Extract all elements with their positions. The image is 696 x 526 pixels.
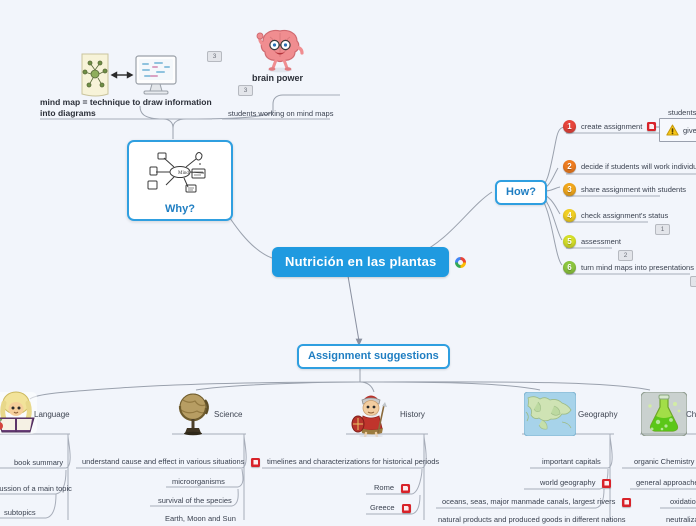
handdrawn-mindmap-image: Mind [147,152,206,193]
geography-item-1[interactable]: important capitals [540,456,603,468]
how-step-6-label: turn mind maps into presentations [581,263,694,272]
how-step-2-label: decide if students will work individuall… [581,162,696,171]
brain-power-label: brain power [252,73,304,83]
brain-character-image [256,27,304,78]
science-item-1[interactable]: understand cause and effect in various s… [80,456,261,468]
geography-item-4[interactable]: natural products and produced goods in d… [436,514,628,526]
pdf-icon[interactable] [251,457,261,467]
europe-map-image [523,391,577,441]
history-item-2[interactable]: Rome [372,482,411,494]
reading-character-image [0,391,38,440]
subject-chemistry-label: Chemistry [686,410,696,419]
how-step-4[interactable]: 4 check assignment's status [563,209,668,222]
why-node[interactable]: Mind Why? [127,140,233,221]
pdf-icon[interactable] [401,483,411,493]
badge-how-step-4[interactable]: 1 [655,218,670,236]
how-step-6-bullet: 6 [563,261,576,274]
root-node-wrap[interactable]: Nutrición en las plantas [272,247,467,277]
mindmap-definition-label: mind map = technique to draw information… [40,97,212,118]
chemistry-item-2[interactable]: general approaches [634,477,696,489]
how-step-4-bullet: 4 [563,209,576,222]
chemistry-item-4[interactable]: neutralization [664,514,696,526]
history-item-1[interactable]: timelines and characterizations for hist… [265,456,441,468]
how-step-1[interactable]: 1 create assignment [563,120,657,133]
feedback-callout[interactable]: give feedback [659,118,696,142]
chemistry-item-3[interactable]: oxidation [668,496,696,508]
science-item-1-label: understand cause and effect in various s… [82,457,245,466]
subject-science-label: Science [214,410,243,419]
language-item-1[interactable]: book summary [12,457,65,469]
how-step-5-bullet: 5 [563,235,576,248]
science-item-2[interactable]: microorganisms [170,476,227,488]
geography-item-3[interactable]: oceans, seas, major manmade canals, larg… [440,496,632,508]
pdf-icon[interactable] [622,497,632,507]
how-step-3[interactable]: 3 share assignment with students [563,183,686,196]
how-step-1-bullet: 1 [563,120,576,133]
how-step-1-label: create assignment [581,122,643,131]
students-side-label: students [668,108,696,117]
badge-brain-power[interactable]: 3 [238,79,253,97]
subject-history-label: History [400,410,425,419]
chemistry-item-1[interactable]: organic Chemistry [632,456,696,468]
how-step-3-bullet: 3 [563,183,576,196]
assignment-suggestions-node[interactable]: Assignment suggestions [297,344,450,369]
globe-image [171,392,215,441]
geography-item-2-label: world geography [540,478,596,487]
students-working-label: students working on mind maps [228,109,334,118]
how-step-5[interactable]: 5 assessment [563,235,621,248]
history-item-3[interactable]: Greece [368,502,411,514]
warning-icon [666,124,679,136]
how-step-5-label: assessment [581,237,622,246]
how-node[interactable]: How? [495,180,547,205]
why-node-label: Why? [165,203,195,215]
svg-text:Mind: Mind [178,171,189,176]
badge-how-step-6[interactable]: 4 [690,270,696,288]
mindmap-canvas[interactable]: 3 mind map = technique to draw informati… [0,0,696,524]
science-item-3[interactable]: survival of the species [156,495,234,507]
root-node[interactable]: Nutrición en las plantas [272,247,450,277]
pdf-icon[interactable] [602,478,612,488]
how-step-2[interactable]: 2 decide if students will work individua… [563,160,696,173]
flask-image [640,391,688,441]
history-item-3-label: Greece [370,503,395,512]
history-item-2-label: Rome [374,483,395,492]
geography-item-2[interactable]: world geography [538,477,612,489]
how-step-6[interactable]: 6 turn mind maps into presentations [563,261,696,274]
roman-soldier-image [348,391,394,442]
pdf-icon[interactable] [647,122,657,131]
how-step-2-bullet: 2 [563,160,576,173]
geography-item-3-label: oceans, seas, major manmade canals, larg… [442,497,616,506]
language-item-3[interactable]: subtopics [2,507,38,519]
badge-how-step-5[interactable]: 2 [618,244,633,262]
subject-language-label: Language [34,410,70,419]
google-icon[interactable] [455,256,467,268]
badge-mindmap-definition[interactable]: 3 [207,45,222,63]
subject-geography-label: Geography [578,410,618,419]
how-step-3-label: share assignment with students [581,185,687,194]
feedback-callout-text: give feedback [683,125,696,135]
language-item-2[interactable]: discussion of a main topic [0,483,74,495]
science-item-4[interactable]: Earth, Moon and Sun [163,513,238,525]
pdf-icon[interactable] [401,503,411,513]
